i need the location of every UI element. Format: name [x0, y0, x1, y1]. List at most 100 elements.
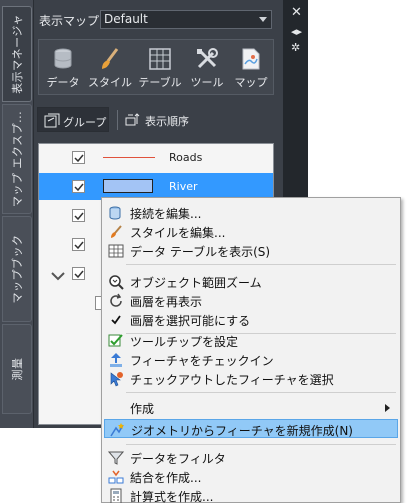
tab-map-book[interactable]: マップブック — [2, 216, 32, 322]
checkmark-icon — [74, 212, 84, 221]
menu-separator — [126, 392, 396, 393]
data-button[interactable]: データ — [41, 42, 85, 94]
menu-item-label: データ テーブルを表示(S) — [130, 245, 271, 259]
panel-toolbar: グループ 表示順序 — [34, 104, 284, 134]
menu-item-create-submenu[interactable]: 作成 — [104, 398, 398, 417]
menu-item-check-in-features[interactable]: フィーチャをチェックイン — [104, 350, 398, 369]
submenu-arrow-icon — [385, 404, 390, 412]
style-button-label: スタイル — [88, 76, 132, 89]
draw-order-icon — [125, 113, 140, 126]
layer-row-river[interactable]: River — [39, 173, 273, 200]
menu-item-label: 計算式を作成... — [130, 490, 214, 503]
display-map-value: Default — [104, 12, 148, 26]
chevron-down-icon — [259, 17, 267, 22]
style-brush-icon — [102, 48, 119, 69]
menu-item-label: スタイルを編集... — [130, 226, 226, 240]
menu-item-label: 作成 — [130, 402, 155, 416]
refresh-icon — [110, 293, 122, 307]
chevron-down-icon[interactable] — [51, 271, 65, 281]
table-grid-icon — [149, 48, 171, 70]
menu-item-filter-data[interactable]: データをフィルタ — [104, 448, 398, 467]
auto-hide-icon[interactable]: ◂▸ — [291, 26, 302, 37]
menu-item-refresh-layer[interactable]: 画層を再表示 — [104, 291, 398, 310]
checkout-select-icon — [110, 372, 123, 387]
tab-map-book-label: マップブック — [11, 234, 24, 304]
group-button[interactable]: グループ — [37, 107, 109, 132]
menu-item-create-calculation[interactable]: 計算式を作成... — [104, 486, 398, 503]
menu-item-label: 画層を選択可能にする — [130, 314, 251, 328]
menu-item-label: 接続を編集... — [130, 207, 202, 221]
layer-visibility-checkbox[interactable] — [72, 180, 85, 193]
tab-survey-label: 測量 — [11, 357, 24, 381]
new-feature-icon — [110, 423, 124, 437]
menu-item-label: フィーチャをチェックイン — [130, 354, 274, 368]
layer-visibility-checkbox[interactable] — [72, 151, 85, 164]
menu-item-label: オブジェクト範囲ズーム — [130, 276, 262, 290]
style-button[interactable]: スタイル — [85, 42, 135, 94]
menu-item-label: ジオメトリからフィーチャを新規作成(N) — [131, 424, 353, 438]
tab-survey[interactable]: 測量 — [2, 324, 32, 414]
layer-row-roads[interactable]: Roads — [39, 144, 273, 171]
checkmark-icon — [111, 315, 121, 325]
tools-button-label: ツール — [190, 76, 224, 89]
tab-map-explorer-label: マップ エクスプ... — [11, 110, 24, 208]
menu-item-edit-connection[interactable]: 接続を編集... — [104, 203, 398, 222]
group-button-label: グループ — [63, 116, 107, 129]
checkmark-icon — [74, 183, 84, 192]
gear-icon[interactable]: ✲ — [291, 42, 300, 53]
data-button-label: データ — [46, 76, 80, 89]
draw-order-label: 表示順序 — [145, 115, 189, 128]
toolbar-divider — [117, 110, 118, 130]
display-map-dropdown[interactable]: Default — [100, 10, 272, 29]
brush-icon — [111, 225, 122, 238]
menu-item-zoom-to-extents[interactable]: オブジェクト範囲ズーム — [104, 272, 398, 291]
map-button-label: マップ — [234, 76, 268, 89]
map-icon — [242, 48, 260, 70]
table-icon — [108, 244, 124, 258]
layer-visibility-checkbox[interactable] — [72, 267, 85, 280]
group-icon — [44, 113, 60, 128]
layer-visibility-checkbox[interactable] — [72, 209, 85, 222]
close-icon[interactable]: ✕ — [291, 6, 302, 19]
checkmark-icon — [74, 270, 84, 279]
menu-separator — [126, 444, 396, 445]
menu-separator — [126, 264, 396, 265]
display-map-label: 表示マップ — [39, 14, 100, 28]
data-cylinder-icon — [54, 48, 72, 69]
menu-item-set-tooltip[interactable]: ツールチップを設定 — [104, 331, 398, 350]
checkmark-icon — [74, 154, 84, 163]
panel-ribbon: データ スタイル テーブル ツール マップ — [38, 39, 274, 95]
tab-display-manager-label: 表示マネージャ — [11, 14, 24, 94]
checkmark-icon — [74, 241, 84, 250]
menu-item-label: ツールチップを設定 — [130, 335, 239, 349]
table-button[interactable]: テーブル — [135, 42, 185, 94]
menu-item-create-join[interactable]: 結合を作成... — [104, 467, 398, 486]
menu-item-show-data-table[interactable]: データ テーブルを表示(S) — [104, 241, 398, 260]
join-icon — [108, 470, 124, 484]
menu-item-label: 結合を作成... — [130, 471, 202, 485]
tab-map-explorer[interactable]: マップ エクスプ... — [2, 104, 32, 214]
layer-context-menu: 接続を編集... スタイルを編集... データ テーブルを表示(S) オブジェク… — [101, 197, 401, 503]
filter-icon — [108, 451, 124, 465]
zoom-extents-icon — [109, 275, 124, 290]
checkin-icon — [110, 353, 122, 367]
tab-display-manager[interactable]: 表示マネージャ — [2, 6, 32, 102]
menu-item-new-feature-from-geometry[interactable]: ジオメトリからフィーチャを新規作成(N) — [104, 419, 398, 438]
calculator-icon — [110, 488, 122, 503]
tools-icon — [197, 48, 218, 69]
palette-side-tabs: 表示マネージャ マップ エクスプ... マップブック 測量 — [0, 0, 34, 428]
layer-visibility-checkbox[interactable] — [72, 238, 85, 251]
menu-item-label: 画層を再表示 — [130, 295, 203, 309]
table-button-label: テーブル — [138, 76, 182, 89]
layer-name: Roads — [169, 151, 203, 164]
menu-item-label: データをフィルタ — [130, 452, 226, 466]
layer-name: River — [169, 180, 198, 193]
background — [0, 428, 103, 503]
map-button[interactable]: マップ — [229, 42, 273, 94]
line-style-swatch — [103, 157, 155, 158]
menu-item-edit-style[interactable]: スタイルを編集... — [104, 222, 398, 241]
menu-item-layer-selectable[interactable]: 画層を選択可能にする — [104, 310, 398, 329]
tools-button[interactable]: ツール — [185, 42, 229, 94]
menu-item-select-checked-out[interactable]: チェックアウトしたフィーチャを選択 — [104, 369, 398, 388]
polygon-style-swatch — [103, 179, 153, 193]
